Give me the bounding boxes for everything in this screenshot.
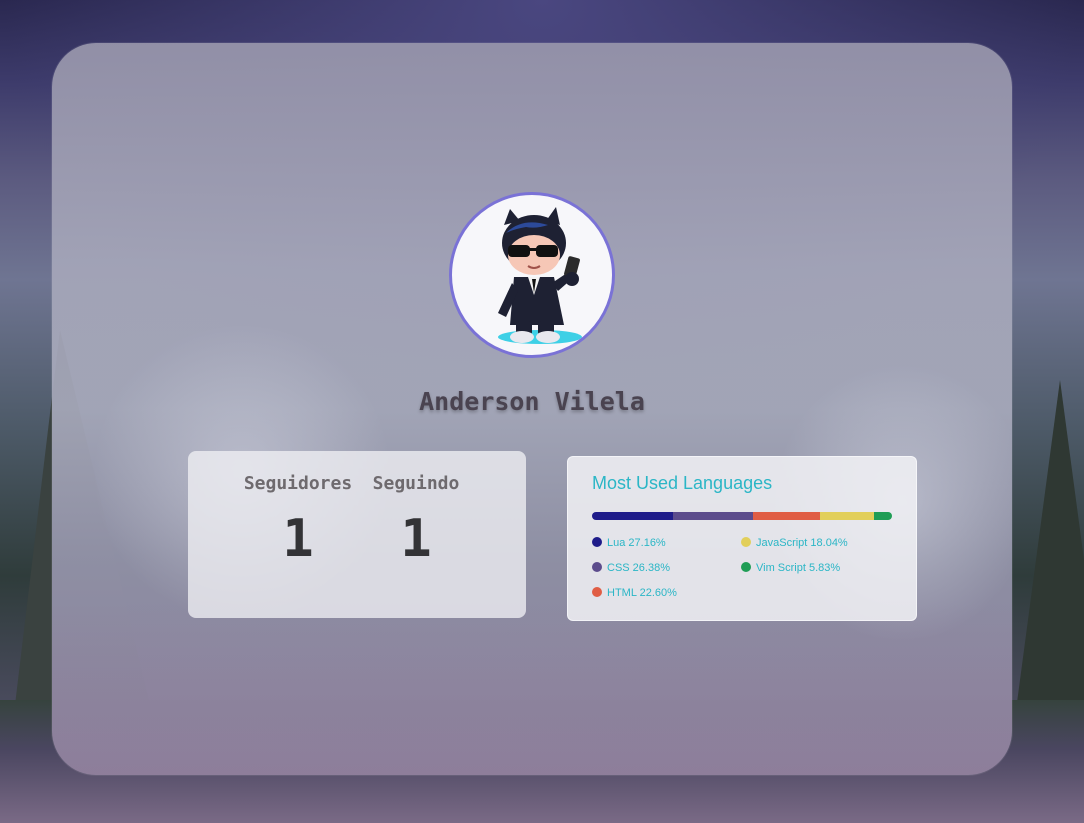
language-segment-vim-script <box>874 512 892 520</box>
languages-card: Most Used Languages Lua 27.16% CSS 26.38… <box>567 456 917 621</box>
following-label: Seguindo <box>372 473 460 494</box>
language-item-html: HTML 22.60% <box>592 586 677 600</box>
language-label-lua: Lua 27.16% <box>607 537 666 549</box>
language-label-css: CSS 26.38% <box>607 562 670 574</box>
language-segment-html <box>752 512 821 520</box>
language-dot-vim-script <box>741 562 751 572</box>
language-dot-javascript <box>741 537 751 547</box>
language-label-html: HTML 22.60% <box>607 587 677 599</box>
profile-card: Anderson Vilela Seguidores 1 Seguindo 1 … <box>52 43 1012 775</box>
language-item-lua: Lua 27.16% <box>592 536 666 550</box>
following-stat[interactable]: Seguindo 1 <box>366 471 466 569</box>
language-segment-css <box>673 512 753 520</box>
stats-card: Seguidores 1 Seguindo 1 <box>188 451 526 618</box>
languages-title: Most Used Languages <box>592 473 773 493</box>
language-item-vim-script: Vim Script 5.83% <box>741 561 840 575</box>
language-dot-css <box>592 562 602 572</box>
followers-stat[interactable]: Seguidores 1 <box>238 471 358 569</box>
language-segment-javascript <box>820 512 875 520</box>
language-item-css: CSS 26.38% <box>592 561 670 575</box>
followers-count: 1 <box>282 509 314 569</box>
language-label-javascript: JavaScript 18.04% <box>756 537 848 549</box>
language-label-vim-script: Vim Script 5.83% <box>756 562 841 574</box>
following-count: 1 <box>400 509 432 569</box>
user-name: Anderson Vilela <box>419 387 645 416</box>
language-dot-lua <box>592 537 602 547</box>
blurred-valley <box>52 603 1012 775</box>
languages-progress-bar <box>592 512 892 520</box>
language-segment-lua <box>592 512 674 520</box>
octocat-sunglasses-avatar-icon <box>498 207 582 344</box>
avatar[interactable] <box>449 192 615 358</box>
followers-label: Seguidores <box>243 473 353 494</box>
language-dot-html <box>592 587 602 597</box>
language-item-javascript: JavaScript 18.04% <box>741 536 848 550</box>
